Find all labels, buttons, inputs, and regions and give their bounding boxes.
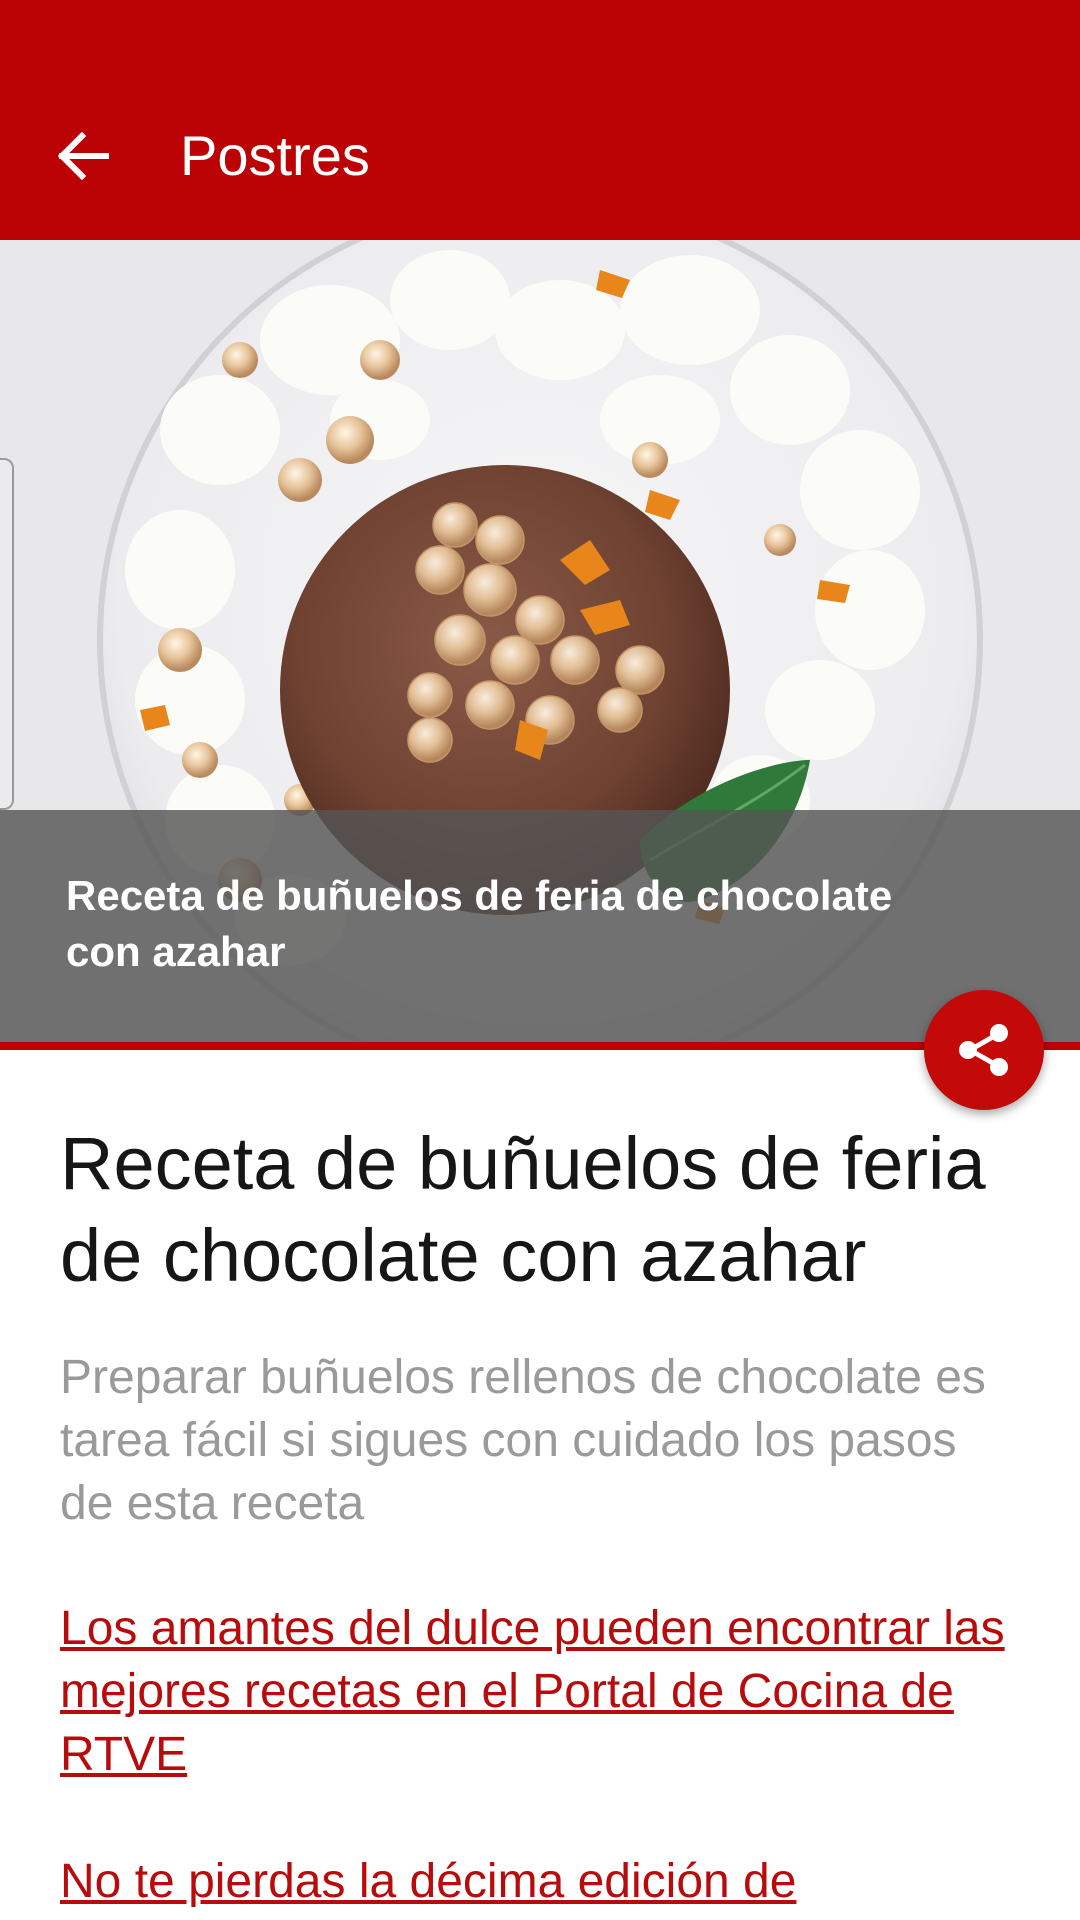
related-link-decima-edicion[interactable]: No te pierdas la décima edición de xyxy=(60,1850,1020,1913)
related-link-portal-cocina[interactable]: Los amantes del dulce pueden encontrar l… xyxy=(60,1597,1020,1786)
divider xyxy=(0,1042,1080,1050)
app-bar-title: Postres xyxy=(180,124,370,187)
app-bar: Postres xyxy=(0,0,1080,240)
back-button[interactable] xyxy=(50,122,118,190)
article-title: Receta de buñuelos de feria de chocolate… xyxy=(60,1122,986,1297)
arrow-left-icon xyxy=(58,132,109,180)
article-subtitle: Preparar buñuelos rellenos de chocolate … xyxy=(60,1351,986,1530)
share-icon xyxy=(959,1024,1008,1076)
hero-caption: Receta de buñuelos de feria de chocolate… xyxy=(66,872,893,975)
share-button[interactable] xyxy=(924,990,1044,1110)
edge-panel-handle[interactable] xyxy=(0,458,14,810)
